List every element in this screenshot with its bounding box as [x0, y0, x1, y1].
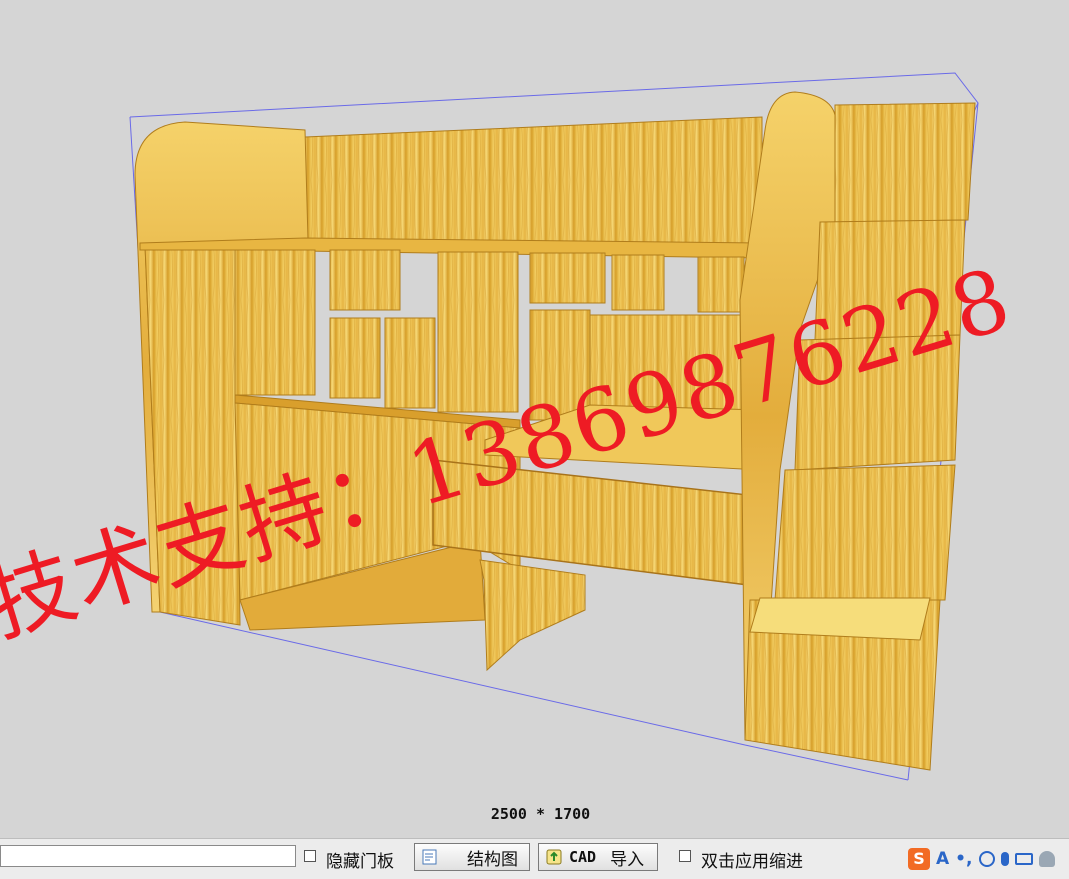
punctuation-icon[interactable]: •,	[955, 849, 972, 869]
cad-import-button[interactable]: CAD 导入	[538, 843, 658, 871]
bottom-toolbar: 隐藏门板 结构图 CAD 导入 双击应用缩进 S A •,	[0, 838, 1069, 879]
desk-top	[484, 404, 761, 471]
keyboard-icon[interactable]	[1014, 853, 1033, 865]
double-click-indent-label: 双击应用缩进	[701, 852, 803, 872]
import-icon	[546, 849, 562, 865]
microphone-icon[interactable]	[1000, 852, 1009, 866]
user-icon[interactable]	[1038, 851, 1055, 867]
font-A-icon[interactable]: A	[936, 849, 949, 869]
hide-door-panels-checkbox[interactable]	[304, 850, 316, 862]
ime-tray: S A •,	[908, 847, 1055, 871]
import-text: 导入	[610, 849, 645, 870]
dimensions-label: 2500 * 1700	[490, 805, 591, 823]
structure-diagram-button[interactable]: 结构图	[414, 843, 530, 871]
back-panel	[304, 116, 763, 251]
double-click-indent-checkbox[interactable]	[679, 850, 691, 862]
search-input[interactable]	[0, 845, 296, 867]
emoji-icon[interactable]	[978, 851, 995, 867]
sogou-s-logo-icon[interactable]: S	[908, 848, 930, 870]
hide-door-panels-label: 隐藏门板	[326, 852, 394, 872]
cad-text: CAD	[569, 848, 597, 866]
diagram-icon	[422, 849, 437, 865]
3d-viewport[interactable]: 2500 * 1700 技术支持：13869876228	[0, 0, 1069, 838]
cubby-shelves	[234, 249, 756, 429]
desk-leg	[479, 559, 586, 672]
furniture-model[interactable]	[0, 0, 1069, 838]
structure-diagram-label: 结构图	[467, 849, 518, 870]
